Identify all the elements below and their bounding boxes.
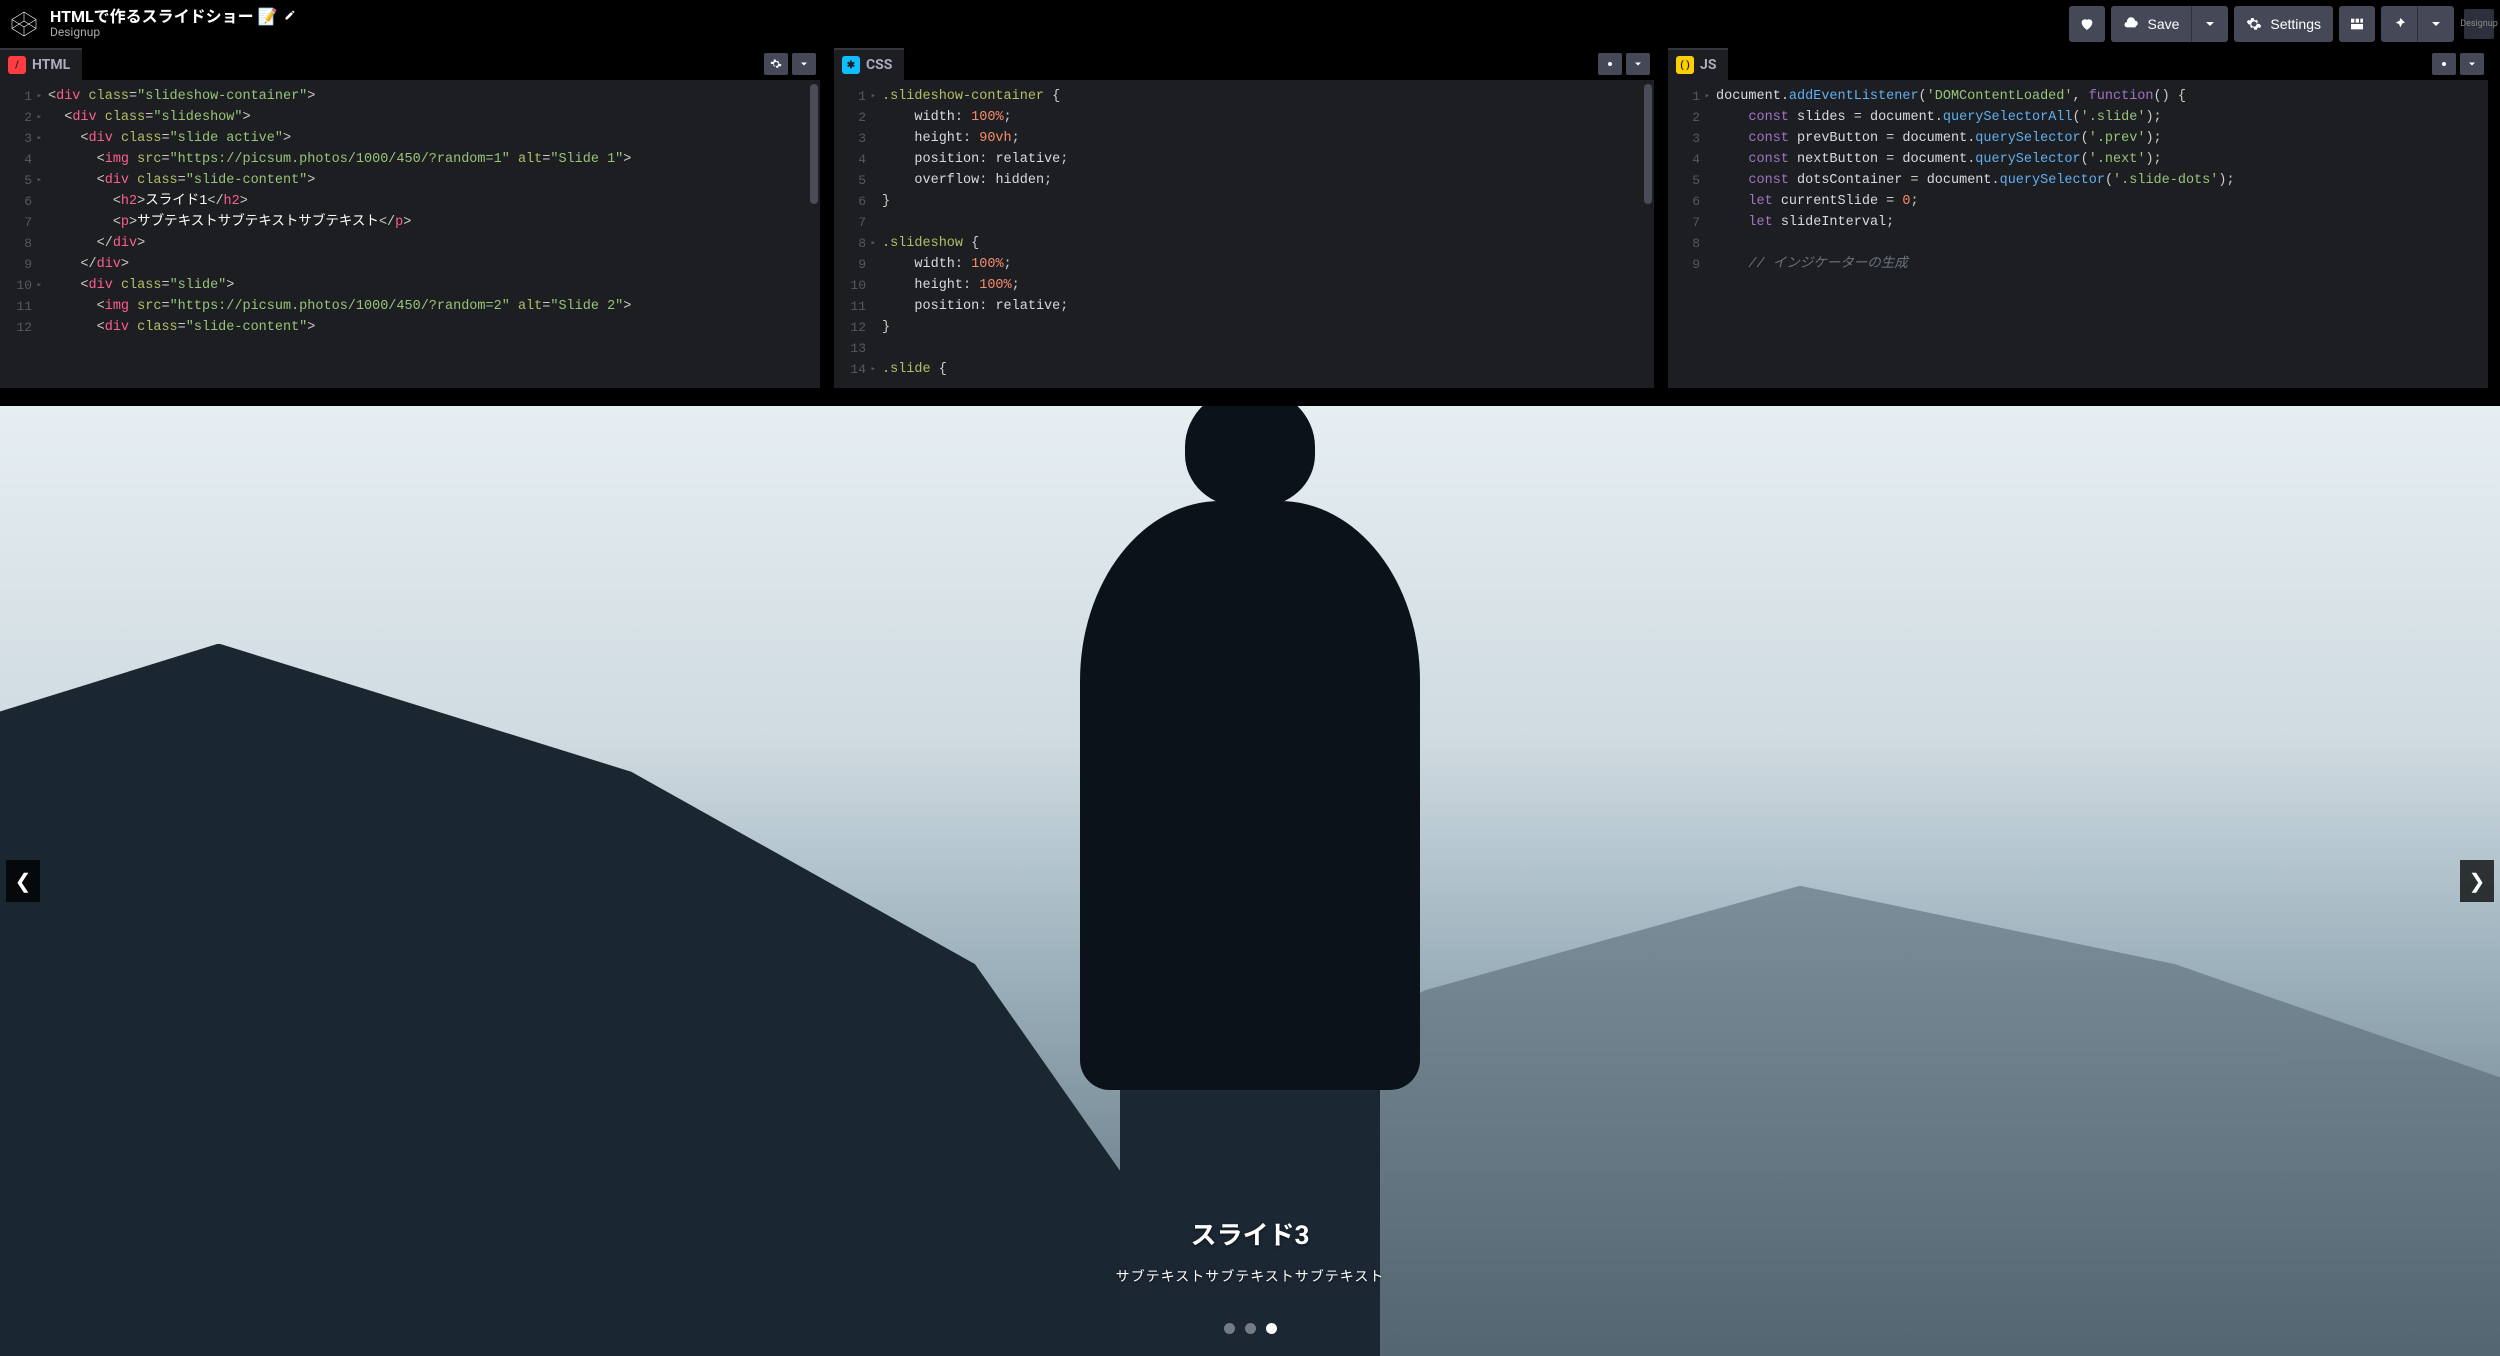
slide-dot[interactable] [1245, 1323, 1256, 1334]
editor-css-tab[interactable]: ✱ CSS [834, 48, 904, 80]
editor-html-settings-button[interactable] [764, 53, 788, 75]
editor-css-settings-button[interactable] [1598, 53, 1622, 75]
bg-figure [1060, 406, 1440, 1356]
slide-subtitle: サブテキストサブテキストサブテキスト [0, 1266, 2500, 1286]
editor-css-code[interactable]: 1234567891011121314 .slideshow-container… [834, 80, 1654, 388]
save-dropdown-button[interactable] [2191, 6, 2228, 42]
slide-prev-button[interactable]: ❮ [6, 860, 40, 902]
editor-html-header: / HTML [0, 48, 820, 80]
preview-slideshow: ❮ ❯ スライド3 サブテキストサブテキストサブテキスト [0, 406, 2500, 1356]
editor-css-gutter: 1234567891011121314 [834, 80, 872, 388]
editor-js-header: ( ) JS [1668, 48, 2488, 80]
codepen-logo[interactable] [6, 6, 42, 42]
editor-css-chevron-button[interactable] [1626, 53, 1650, 75]
pin-button-group [2381, 6, 2454, 42]
top-bar: HTMLで作るスライドショー 📝 Designup Save Settings [0, 0, 2500, 48]
save-label: Save [2147, 16, 2179, 32]
pen-author[interactable]: Designup [50, 26, 296, 40]
pin-dropdown-button[interactable] [2417, 6, 2454, 42]
editor-html-label: HTML [32, 57, 70, 73]
slide-dot[interactable] [1224, 1323, 1235, 1334]
editor-html-gutter: 123456789101112 [0, 80, 38, 388]
js-badge-icon: ( ) [1676, 56, 1694, 74]
editor-css-header: ✱ CSS [834, 48, 1654, 80]
css-badge-icon: ✱ [842, 56, 860, 74]
editor-css-label: CSS [866, 57, 892, 73]
slide-title: スライド3 [0, 1215, 2500, 1252]
preview-top-strip [0, 388, 2500, 406]
editor-js-label: JS [1700, 57, 1716, 73]
editor-css-scrollbar[interactable] [1644, 84, 1652, 204]
slide-dot[interactable] [1266, 1323, 1277, 1334]
settings-button[interactable]: Settings [2234, 6, 2333, 42]
editors-row: / HTML 123456789101112 <div class="slide… [0, 48, 2500, 388]
pen-title[interactable]: HTMLで作るスライドショー 📝 [50, 8, 278, 26]
pin-button[interactable] [2381, 6, 2417, 42]
slide-next-button[interactable]: ❯ [2460, 860, 2494, 902]
layout-button[interactable] [2339, 6, 2375, 42]
settings-label: Settings [2270, 16, 2321, 32]
editor-html: / HTML 123456789101112 <div class="slide… [0, 48, 820, 388]
edit-title-icon[interactable] [284, 9, 296, 25]
slide-caption: スライド3 サブテキストサブテキストサブテキスト [0, 1215, 2500, 1286]
heart-button[interactable] [2069, 6, 2105, 42]
save-button-group: Save [2111, 6, 2228, 42]
pen-title-block: HTMLで作るスライドショー 📝 Designup [50, 8, 296, 40]
editor-html-tab[interactable]: / HTML [0, 48, 82, 80]
editor-html-code[interactable]: 123456789101112 <div class="slideshow-co… [0, 80, 820, 388]
html-badge-icon: / [8, 56, 26, 74]
save-button[interactable]: Save [2111, 6, 2191, 42]
editor-html-scrollbar[interactable] [810, 84, 818, 204]
editor-js-settings-button[interactable] [2432, 53, 2456, 75]
preview-pane: ❮ ❯ スライド3 サブテキストサブテキストサブテキスト [0, 388, 2500, 1356]
editor-js-gutter: 123456789 [1668, 80, 1706, 388]
editor-html-chevron-button[interactable] [792, 53, 816, 75]
user-avatar[interactable]: Designup [2464, 9, 2494, 39]
editor-css: ✱ CSS 1234567891011121314 .slideshow-con… [834, 48, 1654, 388]
editor-js-code[interactable]: 123456789 document.addEventListener('DOM… [1668, 80, 2488, 388]
slide-dots [0, 1323, 2500, 1334]
editor-js-tab[interactable]: ( ) JS [1668, 48, 1728, 80]
editor-js-chevron-button[interactable] [2460, 53, 2484, 75]
editor-js: ( ) JS 123456789 document.addEventListen… [1668, 48, 2488, 388]
